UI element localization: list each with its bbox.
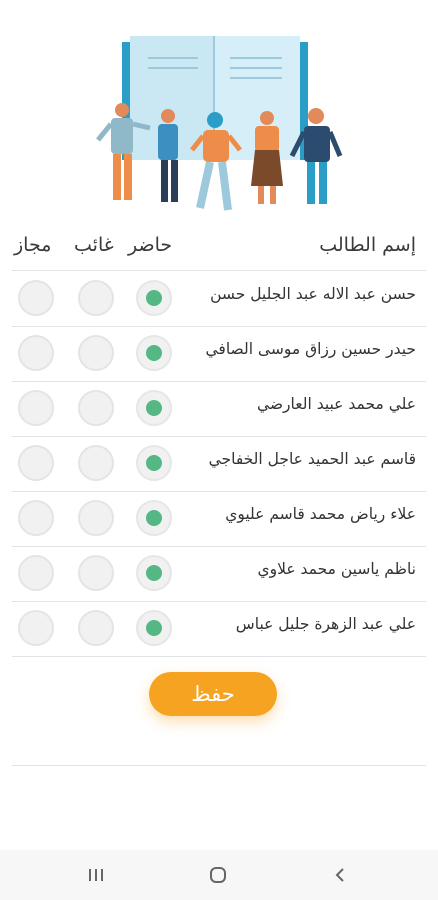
present-radio[interactable] [136,390,172,426]
attendance-header: مجاز غائب حاضر إسم الطالب [0,228,438,268]
system-navigation-bar [0,850,438,900]
absent-radio[interactable] [78,555,114,591]
absent-radio[interactable] [78,280,114,316]
excused-radio[interactable] [18,445,54,481]
present-radio[interactable] [136,445,172,481]
excused-column-header: مجاز [14,234,52,256]
present-radio[interactable] [136,500,172,536]
present-radio[interactable] [136,335,172,371]
student-name-column-header: إسم الطالب [319,234,416,256]
student-name: علاء رياض محمد قاسم عليوي [225,505,416,523]
student-row: ناظم ياسين محمد علاوي [0,546,438,601]
present-radio[interactable] [136,610,172,646]
absent-radio[interactable] [78,500,114,536]
student-row: علي محمد عبيد العارضي [0,381,438,436]
student-row: علي عبد الزهرة جليل عباس [0,601,438,656]
excused-radio[interactable] [18,335,54,371]
absent-column-header: غائب [74,234,114,256]
divider [12,765,426,766]
absent-radio[interactable] [78,335,114,371]
divider [12,656,426,657]
student-name: علي عبد الزهرة جليل عباس [235,615,416,633]
student-row: حيدر حسين رزاق موسى الصافي [0,326,438,381]
student-name: قاسم عبد الحميد عاجل الخفاجي [208,450,416,468]
student-name: حيدر حسين رزاق موسى الصافي [205,340,416,358]
student-name: ناظم ياسين محمد علاوي [257,560,417,578]
absent-radio[interactable] [78,445,114,481]
present-radio[interactable] [136,555,172,591]
student-row: حسن عبد الاله عبد الجليل حسن [0,271,438,326]
excused-radio[interactable] [18,610,54,646]
student-row: قاسم عبد الحميد عاجل الخفاجي [0,436,438,491]
recents-icon[interactable] [83,862,109,888]
home-icon[interactable] [205,862,231,888]
absent-radio[interactable] [78,390,114,426]
present-radio[interactable] [136,280,172,316]
student-row: علاء رياض محمد قاسم عليوي [0,491,438,546]
classroom-illustration [96,36,343,211]
excused-radio[interactable] [18,280,54,316]
excused-radio[interactable] [18,555,54,591]
student-name: حسن عبد الاله عبد الجليل حسن [210,285,416,303]
excused-radio[interactable] [18,500,54,536]
absent-radio[interactable] [78,610,114,646]
back-icon[interactable] [327,862,353,888]
excused-radio[interactable] [18,390,54,426]
present-column-header: حاضر [128,234,173,256]
student-name: علي محمد عبيد العارضي [256,395,416,413]
save-button[interactable]: حفظ [149,672,277,716]
